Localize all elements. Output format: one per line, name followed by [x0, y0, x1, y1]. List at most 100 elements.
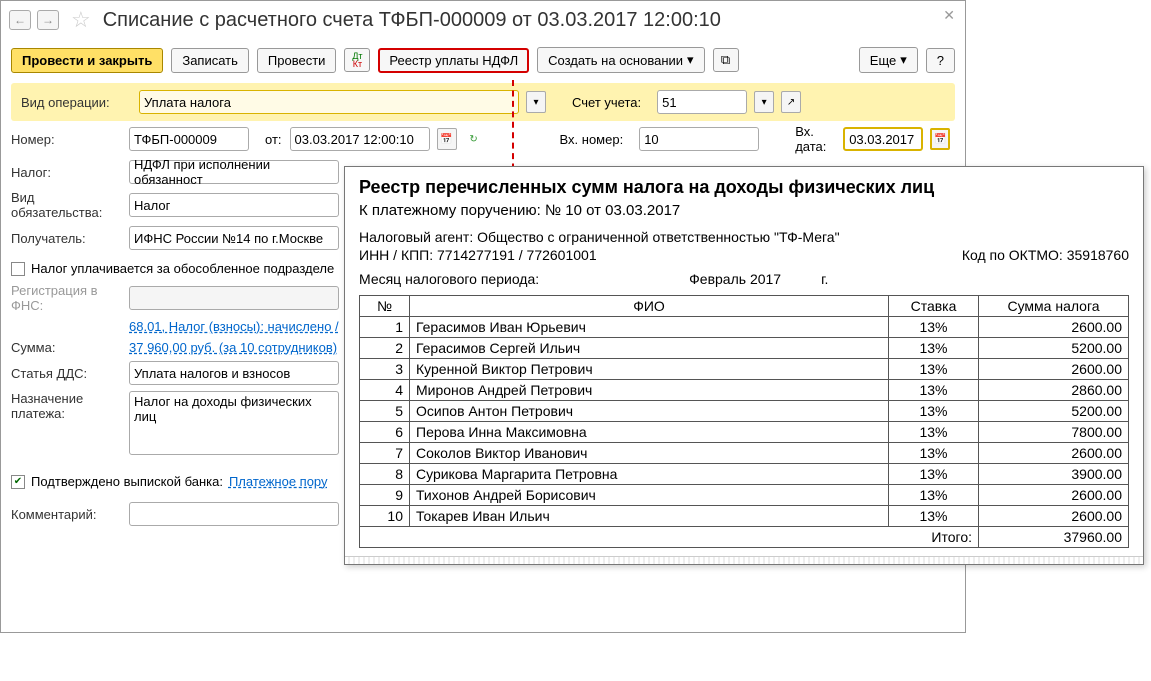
tax-field[interactable]: НДФЛ при исполнении обязанност — [129, 160, 339, 184]
nav-forward-button[interactable]: → — [37, 10, 59, 30]
reg-fns-field — [129, 286, 339, 310]
purpose-label: Назначение платежа: — [11, 391, 121, 421]
cell-sum: 2600.00 — [979, 317, 1129, 338]
cell-no: 1 — [360, 317, 410, 338]
cell-rate: 13% — [889, 338, 979, 359]
cell-fio: Миронов Андрей Петрович — [410, 380, 889, 401]
open-icon[interactable]: ↗ — [781, 91, 801, 113]
col-fio: ФИО — [410, 296, 889, 317]
op-type-row: Вид операции: Уплата налога ▾ Счет учета… — [11, 83, 955, 121]
close-icon[interactable]: ✕ — [943, 7, 955, 24]
toolbar: Провести и закрыть Записать Провести ДтК… — [1, 43, 965, 83]
report-title: Реестр перечисленных сумм налога на дохо… — [359, 177, 1129, 198]
cell-sum: 2860.00 — [979, 380, 1129, 401]
op-type-field[interactable]: Уплата налога — [139, 90, 519, 114]
payment-order-link[interactable]: Платежное пору — [229, 474, 328, 489]
calendar-icon[interactable]: 📅 — [437, 128, 457, 150]
table-row: 2 Герасимов Сергей Ильич 13% 5200.00 — [360, 338, 1129, 359]
create-based-on-button[interactable]: Создать на основании▾ — [537, 47, 704, 73]
cell-rate: 13% — [889, 422, 979, 443]
cell-fio: Осипов Антон Петрович — [410, 401, 889, 422]
account-label: Счет учета: — [572, 95, 641, 110]
cell-sum: 2600.00 — [979, 485, 1129, 506]
table-row: 4 Миронов Андрей Петрович 13% 2860.00 — [360, 380, 1129, 401]
cell-rate: 13% — [889, 401, 979, 422]
cell-no: 9 — [360, 485, 410, 506]
registry-ndfl-button[interactable]: Реестр уплаты НДФЛ — [378, 48, 529, 73]
sum-label: Сумма: — [11, 340, 121, 355]
pointer-arrow-line — [512, 80, 514, 180]
confirmed-label: Подтверждено выпиской банка: — [31, 474, 223, 489]
sum-link[interactable]: 37 960,00 руб. (за 10 сотрудников) — [129, 340, 337, 355]
dropdown-icon[interactable]: ▾ — [526, 91, 546, 113]
purpose-field[interactable]: Налог на доходы физических лиц — [129, 391, 339, 455]
save-button[interactable]: Записать — [171, 48, 249, 73]
cell-sum: 5200.00 — [979, 401, 1129, 422]
number-field[interactable]: ТФБП-000009 — [129, 127, 249, 151]
report-table: № ФИО Ставка Сумма налога 1 Герасимов Ив… — [359, 295, 1129, 548]
cell-sum: 5200.00 — [979, 338, 1129, 359]
cell-fio: Перова Инна Максимовна — [410, 422, 889, 443]
favorite-icon[interactable]: ☆ — [71, 7, 91, 33]
table-row: 6 Перова Инна Максимовна 13% 7800.00 — [360, 422, 1129, 443]
dds-field[interactable]: Уплата налогов и взносов — [129, 361, 339, 385]
report-panel: Реестр перечисленных сумм налога на дохо… — [344, 166, 1144, 565]
report-oktmo: Код по ОКТМО: 35918760 — [962, 247, 1129, 263]
cell-fio: Герасимов Иван Юрьевич — [410, 317, 889, 338]
report-inn-kpp: ИНН / КПП: 7714277191 / 772601001 — [359, 247, 597, 263]
in-no-field[interactable]: 10 — [639, 127, 759, 151]
report-agent: Налоговый агент: Общество с ограниченной… — [359, 229, 1129, 245]
total-value: 37960.00 — [979, 527, 1129, 548]
help-button[interactable]: ? — [926, 48, 955, 73]
total-label: Итого: — [360, 527, 979, 548]
nav-back-button[interactable]: ← — [9, 10, 31, 30]
cell-rate: 13% — [889, 485, 979, 506]
comment-field[interactable] — [129, 502, 339, 526]
dropdown-icon[interactable]: ▾ — [754, 91, 774, 113]
cell-sum: 2600.00 — [979, 359, 1129, 380]
recipient-field[interactable]: ИФНС России №14 по г.Москве — [129, 226, 339, 250]
cell-no: 3 — [360, 359, 410, 380]
account-field[interactable]: 51 — [657, 90, 747, 114]
calendar-icon[interactable]: 📅 — [930, 128, 950, 150]
col-rate: Ставка — [889, 296, 979, 317]
cell-fio: Сурикова Маргарита Петровна — [410, 464, 889, 485]
cell-fio: Соколов Виктор Иванович — [410, 443, 889, 464]
cell-rate: 13% — [889, 359, 979, 380]
post-and-close-button[interactable]: Провести и закрыть — [11, 48, 163, 73]
cell-no: 6 — [360, 422, 410, 443]
obl-type-field[interactable]: Налог — [129, 193, 339, 217]
dtkt-button[interactable]: ДтКт — [344, 48, 370, 72]
post-button[interactable]: Провести — [257, 48, 337, 73]
in-date-field[interactable]: 03.03.2017 — [843, 127, 923, 151]
cell-rate: 13% — [889, 464, 979, 485]
confirmed-checkbox[interactable]: ✔ — [11, 475, 25, 489]
cell-sum: 3900.00 — [979, 464, 1129, 485]
number-label: Номер: — [11, 132, 121, 147]
date-field[interactable]: 03.03.2017 12:00:10 — [290, 127, 430, 151]
op-type-label: Вид операции: — [21, 95, 131, 110]
table-row: 3 Куренной Виктор Петрович 13% 2600.00 — [360, 359, 1129, 380]
table-row: 1 Герасимов Иван Юрьевич 13% 2600.00 — [360, 317, 1129, 338]
recipient-label: Получатель: — [11, 231, 121, 246]
table-row: 7 Соколов Виктор Иванович 13% 2600.00 — [360, 443, 1129, 464]
structure-button[interactable]: ⧉ — [713, 48, 739, 72]
cell-fio: Куренной Виктор Петрович — [410, 359, 889, 380]
cell-rate: 13% — [889, 443, 979, 464]
in-no-label: Вх. номер: — [560, 132, 624, 147]
more-button[interactable]: Еще▾ — [859, 47, 918, 73]
subdiv-checkbox[interactable] — [11, 262, 25, 276]
refresh-icon[interactable]: ↻ — [464, 128, 484, 150]
cell-no: 10 — [360, 506, 410, 527]
cell-fio: Тихонов Андрей Борисович — [410, 485, 889, 506]
cell-sum: 2600.00 — [979, 443, 1129, 464]
cell-no: 4 — [360, 380, 410, 401]
window-title: Списание с расчетного счета ТФБП-000009 … — [103, 9, 721, 32]
cell-sum: 7800.00 — [979, 422, 1129, 443]
chevron-down-icon: ▾ — [687, 52, 694, 68]
report-period-yr: г. — [821, 271, 828, 287]
cell-fio: Герасимов Сергей Ильич — [410, 338, 889, 359]
cell-sum: 2600.00 — [979, 506, 1129, 527]
accrued-link[interactable]: 68.01, Налог (взносы): начислено / — [129, 319, 339, 334]
comment-label: Комментарий: — [11, 507, 121, 522]
